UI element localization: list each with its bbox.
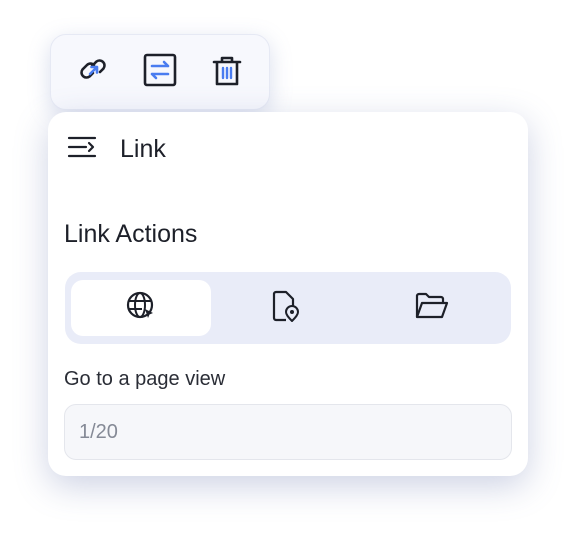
trash-icon — [208, 51, 246, 94]
panel-title: Link — [120, 134, 166, 163]
link-panel: Link Link Actions Go to a page view 1/20 — [48, 112, 528, 476]
page-number-input[interactable] — [64, 404, 512, 460]
link-button[interactable] — [69, 48, 117, 96]
panel-header: Link — [66, 132, 166, 166]
folder-open-icon — [414, 291, 450, 326]
floating-toolbar — [50, 34, 270, 110]
collapse-menu-icon — [66, 133, 98, 166]
page-location-icon — [269, 289, 301, 328]
link-actions-selector — [65, 272, 511, 344]
option-web-link[interactable] — [71, 280, 211, 336]
delete-button[interactable] — [203, 48, 251, 96]
option-open-file[interactable] — [358, 280, 505, 336]
adjust-icon — [141, 51, 179, 94]
page-view-label: Go to a page view — [64, 368, 226, 390]
link-icon — [74, 51, 112, 94]
collapse-menu-button[interactable] — [66, 132, 102, 166]
link-actions-title: Link Actions — [64, 220, 198, 248]
option-page-location[interactable] — [211, 280, 358, 336]
adjust-button[interactable] — [136, 48, 184, 96]
globe-icon — [125, 290, 157, 327]
